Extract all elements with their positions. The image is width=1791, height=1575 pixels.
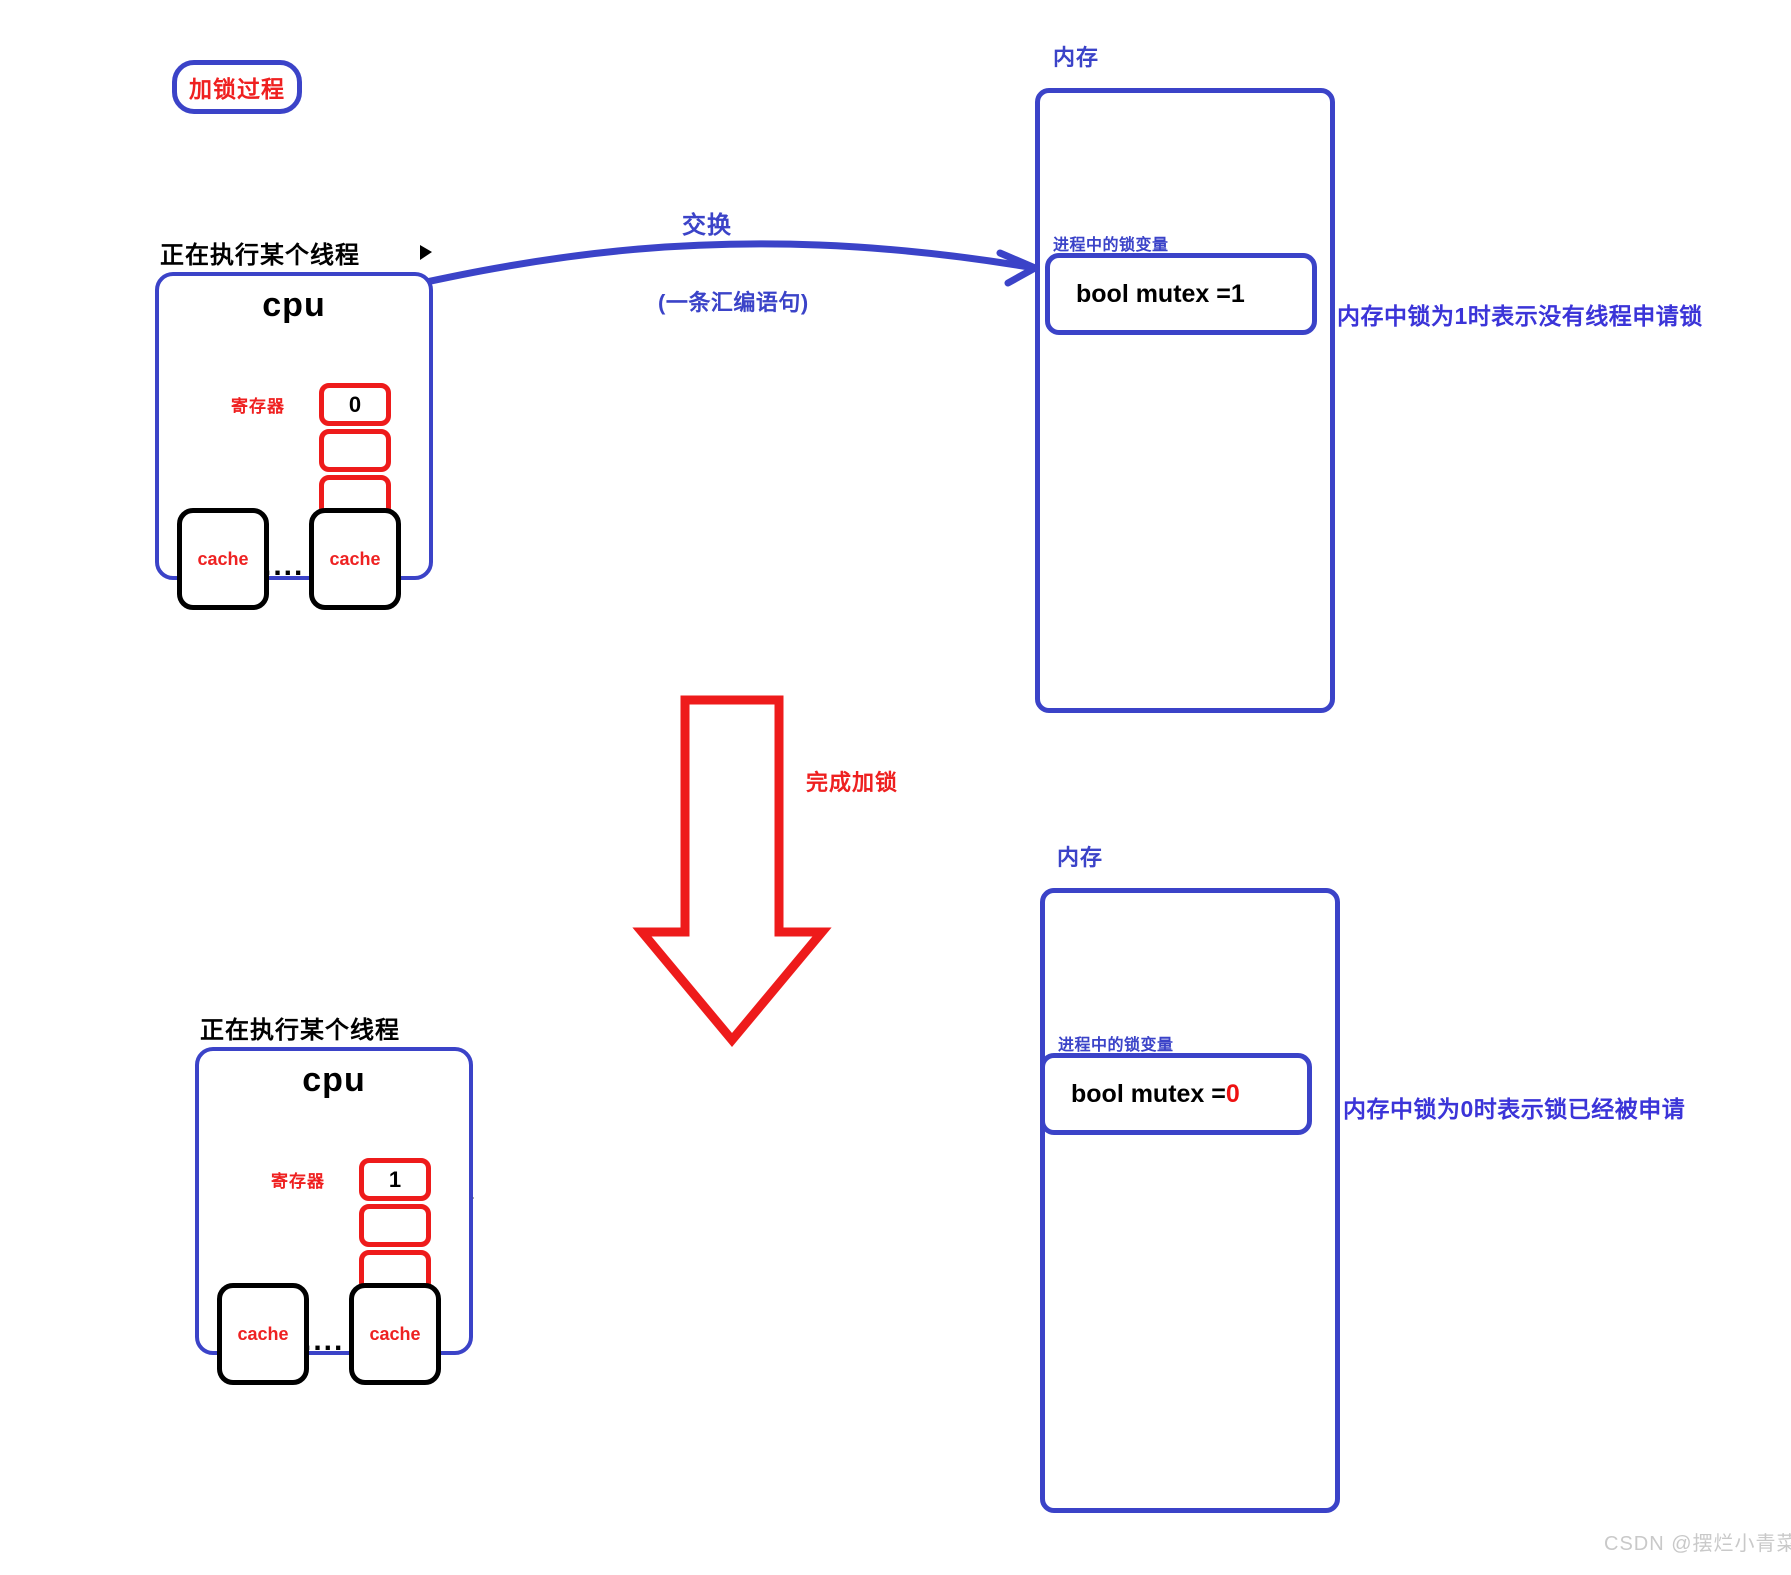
bottom-mutex-value: 0 (1225, 1079, 1240, 1108)
top-memory-caption: 内存 (1053, 45, 1100, 70)
top-memory-box: 进程中的锁变量 bool mutex = 1 (1035, 88, 1335, 713)
top-memory-variable-label: 进程中的锁变量 (1053, 237, 1169, 254)
top-register-slot-1[interactable] (319, 429, 391, 472)
bottom-memory-variable-label: 进程中的锁变量 (1058, 1037, 1174, 1054)
top-mutex-row: bool mutex = 1 (1045, 253, 1317, 335)
exchange-sublabel: (一条汇编语句) (658, 290, 809, 315)
bottom-mutex-row: bool mutex = 0 (1040, 1053, 1312, 1135)
top-cpu-label: cpu (262, 286, 326, 324)
bottom-register-slot-0[interactable]: 1 (359, 1158, 431, 1201)
diagram-canvas: 加锁过程 正在执行某个线程 cpu 寄存器 0 cache cache ....… (0, 0, 1791, 1575)
bottom-cache-ellipsis: .... (303, 1324, 345, 1357)
bottom-cache-right: cache (349, 1283, 441, 1385)
exchange-arrowhead-right (996, 249, 1039, 287)
bottom-mutex-prefix: bool mutex = (1071, 1079, 1226, 1108)
top-memory-side-note: 内存中锁为1时表示没有线程申请锁 (1337, 303, 1703, 329)
bottom-cpu-box: cpu 寄存器 1 cache cache .... (195, 1047, 473, 1385)
top-mutex-prefix: bool mutex = (1076, 279, 1231, 308)
top-register-slot-0[interactable]: 0 (319, 383, 391, 426)
bottom-memory-side-note: 内存中锁为0时表示锁已经被申请 (1343, 1096, 1686, 1122)
top-cpu-box: cpu 寄存器 0 cache cache .... (155, 272, 433, 610)
bottom-cpu-label: cpu (302, 1061, 366, 1099)
cpu-edge-marker-top (420, 245, 432, 260)
bottom-memory-box: 进程中的锁变量 bool mutex = 0 (1040, 888, 1340, 1513)
exchange-label: 交换 (682, 212, 732, 239)
top-cache-ellipsis: .... (263, 549, 305, 582)
bottom-register-slot-1[interactable] (359, 1204, 431, 1247)
bottom-memory-caption: 内存 (1057, 845, 1104, 870)
page-title-badge: 加锁过程 (172, 60, 302, 114)
top-thread-caption: 正在执行某个线程 (160, 242, 360, 269)
bottom-register-label: 寄存器 (271, 1172, 325, 1191)
top-mutex-value: 1 (1230, 279, 1245, 308)
bottom-thread-caption: 正在执行某个线程 (200, 1017, 400, 1044)
complete-lock-label: 完成加锁 (806, 770, 899, 795)
top-cache-right: cache (309, 508, 401, 610)
complete-lock-down-arrow (632, 695, 832, 1048)
top-register-label: 寄存器 (231, 397, 285, 416)
top-cache-left: cache (177, 508, 269, 610)
csdn-watermark: CSDN @摆烂小青菜 (1604, 1533, 1791, 1555)
bottom-cache-left: cache (217, 1283, 309, 1385)
